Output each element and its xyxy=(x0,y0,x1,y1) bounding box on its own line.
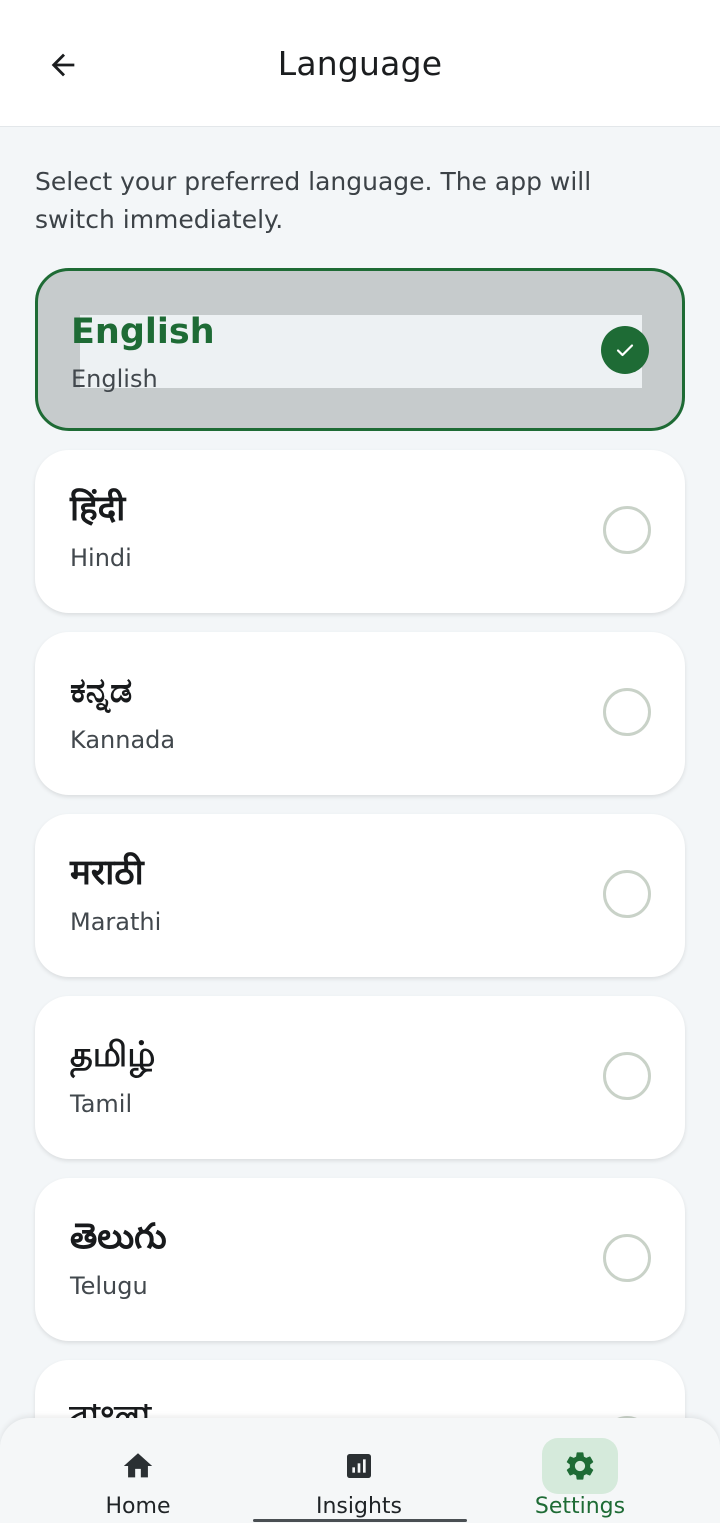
insights-icon xyxy=(347,1454,371,1478)
radio-button[interactable] xyxy=(603,688,651,736)
nav-icon-container xyxy=(100,1438,176,1494)
language-english-name: Hindi xyxy=(70,544,132,572)
gear-icon xyxy=(566,1452,594,1480)
nav-label: Home xyxy=(105,1494,171,1519)
nav-label: Insights xyxy=(315,1494,402,1519)
intro-text: Select your preferred language. The app … xyxy=(35,167,592,234)
language-card-english[interactable]: English English xyxy=(35,268,685,431)
language-native-name: English xyxy=(71,312,215,352)
nav-item-insights[interactable]: Insights xyxy=(259,1418,459,1523)
language-native-name: தமிழ் xyxy=(70,1035,156,1075)
language-native-name: తెలుగు xyxy=(70,1217,167,1257)
language-english-name: Tamil xyxy=(70,1090,133,1118)
language-card-hindi[interactable]: हिंदी Hindi xyxy=(35,450,685,613)
language-native-name: मराठी xyxy=(70,853,144,893)
selected-radio[interactable] xyxy=(601,326,649,374)
radio-button[interactable] xyxy=(603,1234,651,1282)
language-list: English English हिंदी Hindi ಕನ್ನಡ Kannad… xyxy=(35,268,685,1523)
radio-button[interactable] xyxy=(603,1052,651,1100)
language-card-telugu[interactable]: తెలుగు Telugu xyxy=(35,1178,685,1341)
nav-label: Settings xyxy=(534,1494,626,1519)
nav-item-settings[interactable]: Settings xyxy=(480,1418,680,1523)
top-app-bar: Language xyxy=(0,0,720,127)
language-card-marathi[interactable]: मराठी Marathi xyxy=(35,814,685,977)
language-native-name: ಕನ್ನಡ xyxy=(70,671,133,711)
language-card-kannada[interactable]: ಕನ್ನಡ Kannada xyxy=(35,632,685,795)
language-card-tamil[interactable]: தமிழ் Tamil xyxy=(35,996,685,1159)
language-english-name: Telugu xyxy=(70,1272,148,1300)
nav-icon-container xyxy=(321,1438,397,1494)
check-icon xyxy=(616,344,634,357)
radio-button[interactable] xyxy=(603,506,651,554)
app-root: Language Select your preferred language.… xyxy=(0,0,720,1523)
nav-item-home[interactable]: Home xyxy=(38,1418,238,1523)
system-home-indicator[interactable] xyxy=(253,1519,467,1522)
nav-icon-container xyxy=(542,1438,618,1494)
language-english-name: English xyxy=(71,365,158,393)
page-title: Language xyxy=(277,44,443,83)
language-english-name: Kannada xyxy=(70,726,176,754)
language-native-name: हिंदी xyxy=(70,489,126,529)
language-english-name: Marathi xyxy=(70,908,162,936)
radio-button[interactable] xyxy=(603,870,651,918)
home-icon xyxy=(123,1453,153,1478)
bottom-navigation: Home Insights Settings xyxy=(0,1418,720,1523)
